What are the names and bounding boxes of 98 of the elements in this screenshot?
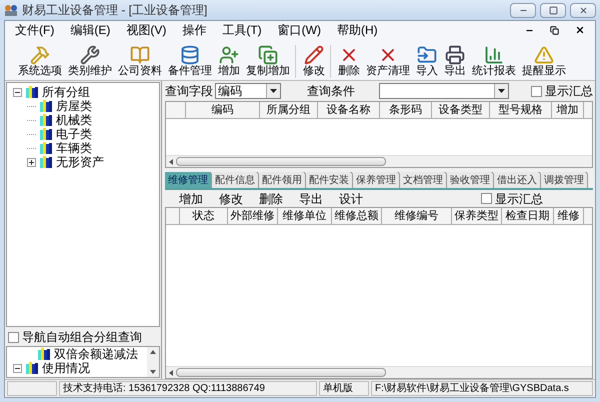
dropdown-field[interactable]: 编码 (215, 83, 281, 99)
books-icon (39, 113, 53, 127)
column-header[interactable]: 编码 (186, 102, 260, 118)
status-bar-field: F:\财易软件\财易工业设备管理\GYSBData.s (371, 381, 593, 396)
menu-item[interactable]: 工具(T) (222, 21, 262, 39)
toolbar-button[interactable]: 资产清理 (365, 45, 411, 78)
checkbox[interactable]: 显示汇总 (531, 82, 593, 100)
toolbar-button[interactable]: 复制增加 (245, 45, 291, 78)
column-header[interactable]: 增加 (552, 102, 584, 118)
folder-import-icon (417, 45, 437, 65)
toolbar-button[interactable]: 导出 (443, 45, 467, 78)
field-label: 查询条件 (307, 83, 355, 100)
column-header[interactable]: 设备类型 (432, 102, 490, 118)
dropdown-arrow-icon (270, 89, 277, 93)
menu-item[interactable]: 帮助(H) (336, 21, 378, 39)
close-icon (578, 6, 588, 14)
menu-item[interactable]: 操作 (182, 21, 206, 39)
toolbar-button[interactable]: 导入 (415, 45, 439, 78)
user-add-icon (219, 45, 239, 65)
checkbox[interactable]: 导航自动组合分组查询 (8, 328, 142, 346)
column-header[interactable]: 型号规格 (490, 102, 552, 118)
tab[interactable]: 调拨管理 (541, 172, 588, 188)
toolbar-button[interactable]: 设计 (339, 190, 363, 208)
maximize-icon (548, 6, 558, 14)
tab[interactable]: 配件安装 (306, 172, 353, 188)
toolbar-button[interactable]: 删除 (259, 190, 283, 208)
books-icon (37, 347, 51, 361)
copy-add-icon (258, 45, 278, 65)
bar-chart-icon (484, 45, 504, 65)
scroll-left-arrow-icon[interactable] (169, 370, 173, 376)
vertical-scrollbar[interactable] (147, 347, 159, 377)
books-icon (39, 141, 53, 155)
printer-icon (445, 45, 465, 65)
toolbar-button[interactable]: 删除 (337, 45, 361, 78)
dropdown-field[interactable] (379, 83, 509, 99)
column-header[interactable]: 检查日期 (502, 208, 554, 224)
tab[interactable]: 保养管理 (353, 172, 400, 188)
toolbar-button[interactable]: 修改 (219, 190, 243, 208)
toolbar-button[interactable]: 备件管理 (167, 45, 213, 78)
column-header[interactable]: 维修总额 (332, 208, 382, 224)
status-bar-field: 技术支持电话: 15361792328 QQ:1113886749 (59, 381, 317, 396)
dropdown-arrow-icon (498, 89, 505, 93)
column-header[interactable]: 条形码 (380, 102, 432, 118)
toolbar-button[interactable]: 统计报表 (471, 45, 517, 78)
books-icon (25, 361, 39, 375)
collapse-toggle[interactable] (13, 88, 22, 96)
toolbar-button[interactable]: 导出 (299, 190, 323, 208)
warning-icon (534, 45, 554, 65)
expand-toggle[interactable] (27, 158, 36, 166)
scroll-left-arrow-icon[interactable] (169, 158, 173, 164)
tab[interactable]: 验收管理 (447, 172, 494, 188)
books-icon (39, 127, 53, 141)
tab[interactable]: 配件领用 (259, 172, 306, 188)
scroll-up-arrow-icon[interactable] (150, 350, 156, 354)
collapse-toggle[interactable] (13, 364, 22, 372)
wrench-icon (80, 45, 100, 65)
column-header[interactable]: 所属分组 (260, 102, 318, 118)
restore-icon[interactable] (550, 26, 559, 34)
menu-item[interactable]: 文件(F) (15, 21, 54, 39)
menu-item[interactable]: 编辑(E) (70, 21, 110, 39)
close-icon[interactable] (575, 25, 585, 35)
toolbar-button[interactable]: 修改 (302, 45, 326, 78)
app-icon (4, 4, 18, 16)
column-header[interactable]: 维修单位 (278, 208, 332, 224)
column-header[interactable]: 设备名称 (318, 102, 380, 118)
column-header[interactable]: 状态 (180, 208, 228, 224)
toolbar-button[interactable]: 增加 (179, 190, 203, 208)
books-icon (39, 99, 53, 113)
column-header[interactable]: 维修 (554, 208, 584, 224)
tab[interactable]: 文档管理 (400, 172, 447, 188)
books-icon (25, 85, 39, 99)
toolbar-button[interactable]: 类别维护 (67, 45, 113, 78)
hammer-icon (30, 45, 50, 65)
database-icon (180, 45, 200, 65)
column-header[interactable]: 维修编号 (382, 208, 452, 224)
column-header[interactable]: 外部维修 (228, 208, 278, 224)
maximize-button[interactable] (540, 2, 566, 18)
horizontal-scrollbar[interactable] (166, 366, 592, 378)
horizontal-scrollbar[interactable] (166, 155, 592, 167)
field-label: 查询字段 (165, 83, 213, 100)
status-bar-field: 单机版 (319, 381, 369, 396)
toolbar-button[interactable]: 公司资料 (117, 45, 163, 78)
menu-item[interactable]: 窗口(W) (278, 21, 321, 39)
menu-item[interactable]: 视图(V) (126, 21, 166, 39)
tab[interactable]: 借出还入 (494, 172, 541, 188)
pencil-icon (304, 45, 324, 65)
books-icon (39, 155, 53, 169)
window-title: 财易工业设备管理 - [工业设备管理] (22, 2, 208, 19)
tab[interactable]: 配件信息 (212, 172, 259, 188)
checkbox[interactable]: 显示汇总 (481, 190, 543, 208)
toolbar-button[interactable]: 增加 (217, 45, 241, 78)
toolbar-button[interactable]: 系统选项 (17, 45, 63, 78)
tab[interactable]: 维修管理 (165, 172, 212, 188)
close-button[interactable] (570, 2, 596, 18)
column-header[interactable]: 保养类型 (452, 208, 502, 224)
scroll-down-arrow-icon[interactable] (150, 370, 156, 374)
book-icon (130, 45, 150, 65)
toolbar-button[interactable]: 提醒显示 (521, 45, 567, 78)
